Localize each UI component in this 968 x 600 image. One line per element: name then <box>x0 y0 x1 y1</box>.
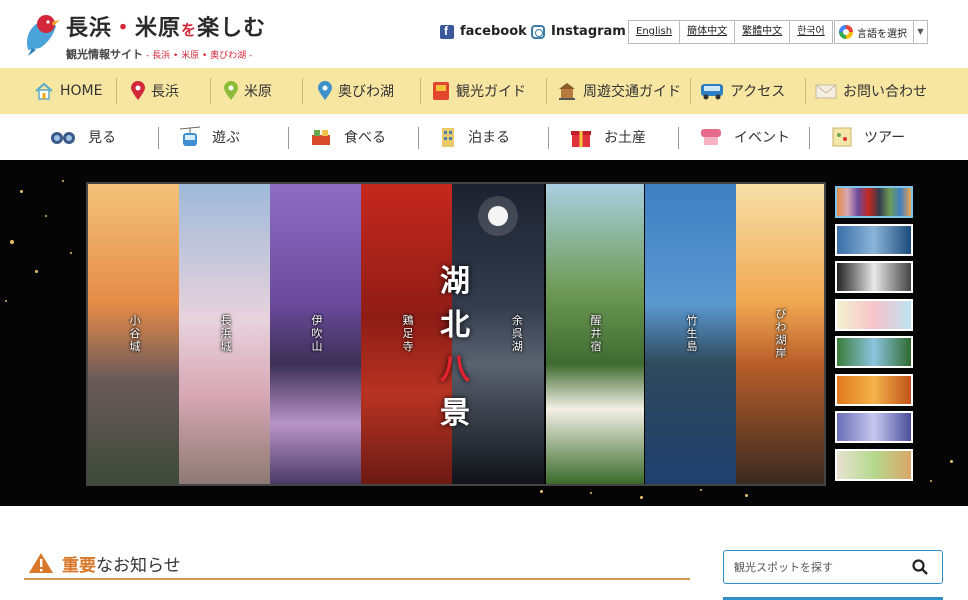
spot-search-input[interactable]: 観光スポットを探す <box>723 550 943 584</box>
warning-icon <box>29 553 53 573</box>
cat-see[interactable]: 見る <box>50 114 116 160</box>
event-icon <box>701 129 721 145</box>
hero-strip-odani[interactable]: 小谷城 <box>88 184 180 484</box>
logo-subtitle: 観光情報サイト - 長浜 • 米原 • 奥びわ湖 - <box>66 48 253 61</box>
nav-transport-guide[interactable]: 周遊交通ガイド <box>557 68 681 114</box>
facebook-link[interactable]: facebook <box>440 24 527 39</box>
lang-korean[interactable]: 한국어 <box>790 21 832 43</box>
search-icon[interactable] <box>912 559 928 575</box>
thumbnail-7[interactable] <box>835 411 913 443</box>
language-links: English 簡体中文 繁體中文 한국어 <box>628 20 833 44</box>
tour-icon <box>832 127 852 147</box>
hotel-icon <box>442 128 454 147</box>
cat-event[interactable]: イベント <box>700 114 790 160</box>
cat-souvenir[interactable]: お土産 <box>570 114 646 160</box>
map-pin-icon <box>318 81 332 100</box>
train-icon <box>559 83 575 100</box>
cat-tour[interactable]: ツアー <box>832 114 905 160</box>
cat-stay[interactable]: 泊まる <box>440 114 510 160</box>
facebook-icon <box>440 24 454 39</box>
hero-title: 湖 北 八 景 <box>440 264 470 431</box>
map-pin-icon <box>131 81 145 100</box>
food-icon <box>312 130 330 145</box>
nav-kanko-guide[interactable]: 観光ガイド <box>432 68 526 114</box>
hero-strip-chikubushima[interactable]: 竹生島 <box>645 184 737 484</box>
translate-select[interactable]: 言語を選択 ▼ <box>834 20 928 44</box>
thumbnail-8[interactable] <box>835 448 913 481</box>
hero-strip-samegai[interactable]: 醒井宿 <box>546 184 644 484</box>
nav-contact[interactable]: お問い合わせ <box>815 68 927 114</box>
binoculars-icon <box>51 132 75 144</box>
instagram-link[interactable]: Instagram <box>531 24 626 39</box>
google-icon <box>839 25 853 39</box>
thumbnail-5[interactable] <box>835 336 913 368</box>
thumbnail-6[interactable] <box>835 373 913 406</box>
nav-nagahama[interactable]: 長浜 <box>131 68 179 114</box>
important-notice-heading: 重要なお知らせ <box>24 548 690 580</box>
lang-english[interactable]: English <box>629 21 681 43</box>
thumbnail-2[interactable] <box>835 223 913 256</box>
map-pin-icon <box>224 81 238 100</box>
category-nav: 見る 遊ぶ 食べる 泊まる お土産 イベント ツアー <box>0 114 968 160</box>
instagram-icon <box>531 24 545 39</box>
nav-okubiwako[interactable]: 奥びわ湖 <box>318 68 394 114</box>
nav-home[interactable]: HOME <box>34 68 102 114</box>
bus-icon <box>701 84 723 100</box>
guidebook-icon <box>433 82 449 100</box>
lang-simplified-chinese[interactable]: 簡体中文 <box>680 21 736 43</box>
hero-thumbnails <box>835 186 915 486</box>
hero-slider[interactable]: 小谷城 長浜城 伊吹山 鶏足寺 余呉湖 醒井宿 竹生島 びわ湖岸 湖 北 八 景 <box>0 160 968 506</box>
thumbnail-4[interactable] <box>835 298 913 331</box>
bird-logo-icon <box>27 15 60 56</box>
lang-traditional-chinese[interactable]: 繁體中文 <box>735 21 791 43</box>
cat-play[interactable]: 遊ぶ <box>180 114 240 160</box>
thumbnail-3[interactable] <box>835 261 913 293</box>
site-header: 長浜・米原を楽しむ 観光情報サイト- 長浜 • 米原 • 奥びわ湖 - face… <box>0 0 968 68</box>
hero-strip-biwako-shore[interactable]: びわ湖岸 <box>736 184 824 484</box>
logo-title: 長浜・米原を楽しむ <box>66 16 267 41</box>
gift-icon <box>571 131 591 147</box>
thumbnail-1[interactable] <box>835 186 913 218</box>
nav-maibara[interactable]: 米原 <box>224 68 272 114</box>
chevron-down-icon: ▼ <box>913 21 927 43</box>
hero-strip-ibukiyama[interactable]: 伊吹山 <box>270 184 362 484</box>
house-icon <box>35 82 53 100</box>
cat-eat[interactable]: 食べる <box>310 114 386 160</box>
gondola-icon <box>180 126 200 146</box>
envelope-icon <box>815 84 837 99</box>
hero-strip-nagahama-castle[interactable]: 長浜城 <box>179 184 271 484</box>
site-logo[interactable]: 長浜・米原を楽しむ 観光情報サイト - 長浜 • 米原 • 奥びわ湖 - <box>22 6 272 64</box>
main-nav: HOME 長浜 米原 奥びわ湖 観光ガイド 周遊交通ガイド アクセス お問い合わ… <box>0 68 968 114</box>
nav-access[interactable]: アクセス <box>700 68 785 114</box>
